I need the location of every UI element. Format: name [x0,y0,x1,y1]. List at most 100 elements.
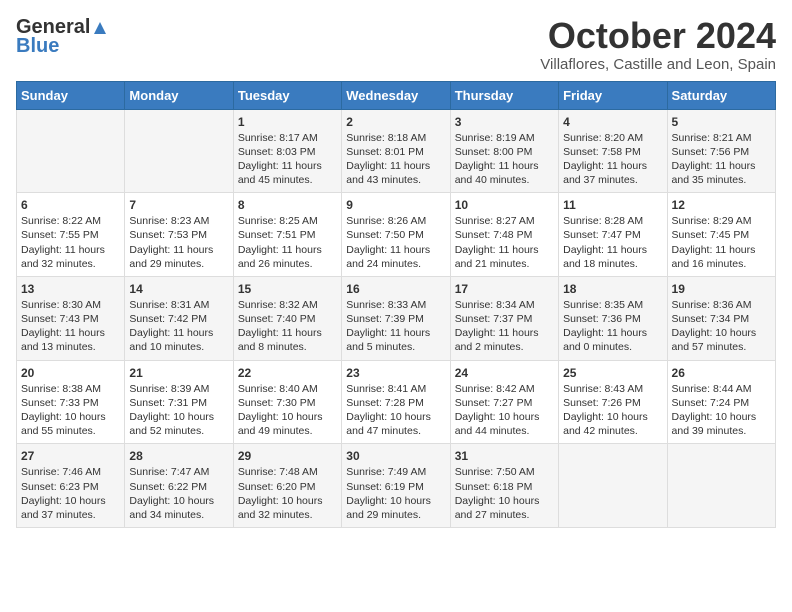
cell-content: Sunrise: 7:47 AMSunset: 6:22 PMDaylight:… [129,465,228,522]
day-number: 1 [238,115,337,129]
calendar-cell: 4 Sunrise: 8:20 AMSunset: 7:58 PMDaylight… [559,109,667,193]
day-number: 21 [129,366,228,380]
cell-content: Sunrise: 8:26 AMSunset: 7:50 PMDaylight:… [346,214,445,271]
day-number: 14 [129,282,228,296]
day-number: 27 [21,449,120,463]
cell-content: Sunrise: 8:22 AMSunset: 7:55 PMDaylight:… [21,214,120,271]
cell-content: Sunrise: 8:20 AMSunset: 7:58 PMDaylight:… [563,131,662,188]
day-header-saturday: Saturday [667,81,775,109]
cell-content: Sunrise: 8:38 AMSunset: 7:33 PMDaylight:… [21,382,120,439]
calendar-week-row: 6 Sunrise: 8:22 AMSunset: 7:55 PMDaylight… [17,193,776,277]
calendar-cell [17,109,125,193]
cell-content: Sunrise: 8:18 AMSunset: 8:01 PMDaylight:… [346,131,445,188]
cell-content: Sunrise: 8:23 AMSunset: 7:53 PMDaylight:… [129,214,228,271]
cell-content: Sunrise: 8:34 AMSunset: 7:37 PMDaylight:… [455,298,554,355]
cell-content: Sunrise: 8:21 AMSunset: 7:56 PMDaylight:… [672,131,771,188]
day-number: 20 [21,366,120,380]
cell-content: Sunrise: 8:28 AMSunset: 7:47 PMDaylight:… [563,214,662,271]
calendar-cell: 22Sunrise: 8:40 AMSunset: 7:30 PMDayligh… [233,360,341,444]
day-number: 5 [672,115,771,129]
calendar-week-row: 27Sunrise: 7:46 AMSunset: 6:23 PMDayligh… [17,444,776,528]
calendar-cell: 6 Sunrise: 8:22 AMSunset: 7:55 PMDaylight… [17,193,125,277]
day-number: 9 [346,198,445,212]
calendar-table: SundayMondayTuesdayWednesdayThursdayFrid… [16,81,776,528]
day-number: 11 [563,198,662,212]
calendar-week-row: 20 Sunrise: 8:38 AMSunset: 7:33 PMDayligh… [17,360,776,444]
logo: General Blue [16,16,108,58]
calendar-cell: 5 Sunrise: 8:21 AMSunset: 7:56 PMDaylight… [667,109,775,193]
title-block: October 2024 Villaflores, Castille and L… [540,16,776,73]
day-number: 24 [455,366,554,380]
calendar-cell [667,444,775,528]
calendar-cell: 16Sunrise: 8:33 AMSunset: 7:39 PMDayligh… [342,276,450,360]
cell-content: Sunrise: 8:31 AMSunset: 7:42 PMDaylight:… [129,298,228,355]
cell-content: Sunrise: 8:17 AMSunset: 8:03 PMDaylight:… [238,131,337,188]
day-number: 19 [672,282,771,296]
cell-content: Sunrise: 8:25 AMSunset: 7:51 PMDaylight:… [238,214,337,271]
day-number: 8 [238,198,337,212]
calendar-cell: 14 Sunrise: 8:31 AMSunset: 7:42 PMDayligh… [125,276,233,360]
cell-content: Sunrise: 7:50 AMSunset: 6:18 PMDaylight:… [455,465,554,522]
calendar-cell: 18 Sunrise: 8:35 AMSunset: 7:36 PMDayligh… [559,276,667,360]
cell-content: Sunrise: 8:40 AMSunset: 7:30 PMDaylight:… [238,382,337,439]
cell-content: Sunrise: 8:43 AMSunset: 7:26 PMDaylight:… [563,382,662,439]
day-number: 15 [238,282,337,296]
day-number: 29 [238,449,337,463]
cell-content: Sunrise: 8:36 AMSunset: 7:34 PMDaylight:… [672,298,771,355]
location: Villaflores, Castille and Leon, Spain [540,56,776,73]
day-number: 3 [455,115,554,129]
calendar-cell: 9 Sunrise: 8:26 AMSunset: 7:50 PMDaylight… [342,193,450,277]
calendar-cell: 8 Sunrise: 8:25 AMSunset: 7:51 PMDaylight… [233,193,341,277]
cell-content: Sunrise: 8:27 AMSunset: 7:48 PMDaylight:… [455,214,554,271]
day-number: 7 [129,198,228,212]
calendar-cell: 26 Sunrise: 8:44 AMSunset: 7:24 PMDayligh… [667,360,775,444]
cell-content: Sunrise: 8:33 AMSunset: 7:39 PMDaylight:… [346,298,445,355]
calendar-cell [559,444,667,528]
calendar-week-row: 13 Sunrise: 8:30 AMSunset: 7:43 PMDayligh… [17,276,776,360]
cell-content: Sunrise: 7:48 AMSunset: 6:20 PMDaylight:… [238,465,337,522]
calendar-cell: 23 Sunrise: 8:41 AMSunset: 7:28 PMDayligh… [342,360,450,444]
day-number: 28 [129,449,228,463]
calendar-cell: 12Sunrise: 8:29 AMSunset: 7:45 PMDayligh… [667,193,775,277]
calendar-cell: 29 Sunrise: 7:48 AMSunset: 6:20 PMDayligh… [233,444,341,528]
calendar-cell: 10 Sunrise: 8:27 AMSunset: 7:48 PMDayligh… [450,193,558,277]
day-number: 13 [21,282,120,296]
logo-icon [92,20,108,36]
cell-content: Sunrise: 8:30 AMSunset: 7:43 PMDaylight:… [21,298,120,355]
day-number: 30 [346,449,445,463]
day-header-tuesday: Tuesday [233,81,341,109]
day-number: 31 [455,449,554,463]
day-number: 4 [563,115,662,129]
calendar-cell: 31 Sunrise: 7:50 AMSunset: 6:18 PMDayligh… [450,444,558,528]
day-number: 25 [563,366,662,380]
calendar-cell: 1 Sunrise: 8:17 AMSunset: 8:03 PMDaylight… [233,109,341,193]
day-number: 10 [455,198,554,212]
cell-content: Sunrise: 8:44 AMSunset: 7:24 PMDaylight:… [672,382,771,439]
calendar-week-row: 1 Sunrise: 8:17 AMSunset: 8:03 PMDaylight… [17,109,776,193]
calendar-cell: 2Sunrise: 8:18 AMSunset: 8:01 PMDaylight… [342,109,450,193]
month-title: October 2024 [540,16,776,56]
calendar-cell [125,109,233,193]
day-number: 26 [672,366,771,380]
cell-content: Sunrise: 8:35 AMSunset: 7:36 PMDaylight:… [563,298,662,355]
calendar-cell: 27Sunrise: 7:46 AMSunset: 6:23 PMDayligh… [17,444,125,528]
calendar-cell: 3Sunrise: 8:19 AMSunset: 8:00 PMDaylight… [450,109,558,193]
calendar-cell: 28 Sunrise: 7:47 AMSunset: 6:22 PMDayligh… [125,444,233,528]
calendar-cell: 11 Sunrise: 8:28 AMSunset: 7:47 PMDayligh… [559,193,667,277]
calendar-cell: 21Sunrise: 8:39 AMSunset: 7:31 PMDayligh… [125,360,233,444]
calendar-cell: 7 Sunrise: 8:23 AMSunset: 7:53 PMDaylight… [125,193,233,277]
day-number: 23 [346,366,445,380]
calendar-cell: 20 Sunrise: 8:38 AMSunset: 7:33 PMDayligh… [17,360,125,444]
day-number: 6 [21,198,120,212]
day-header-wednesday: Wednesday [342,81,450,109]
day-number: 18 [563,282,662,296]
cell-content: Sunrise: 8:41 AMSunset: 7:28 PMDaylight:… [346,382,445,439]
calendar-cell: 13 Sunrise: 8:30 AMSunset: 7:43 PMDayligh… [17,276,125,360]
day-number: 17 [455,282,554,296]
calendar-cell: 25 Sunrise: 8:43 AMSunset: 7:26 PMDayligh… [559,360,667,444]
calendar-cell: 19 Sunrise: 8:36 AMSunset: 7:34 PMDayligh… [667,276,775,360]
calendar-cell: 17 Sunrise: 8:34 AMSunset: 7:37 PMDayligh… [450,276,558,360]
day-number: 12 [672,198,771,212]
calendar-header-row: SundayMondayTuesdayWednesdayThursdayFrid… [17,81,776,109]
logo-blue: Blue [16,35,59,58]
